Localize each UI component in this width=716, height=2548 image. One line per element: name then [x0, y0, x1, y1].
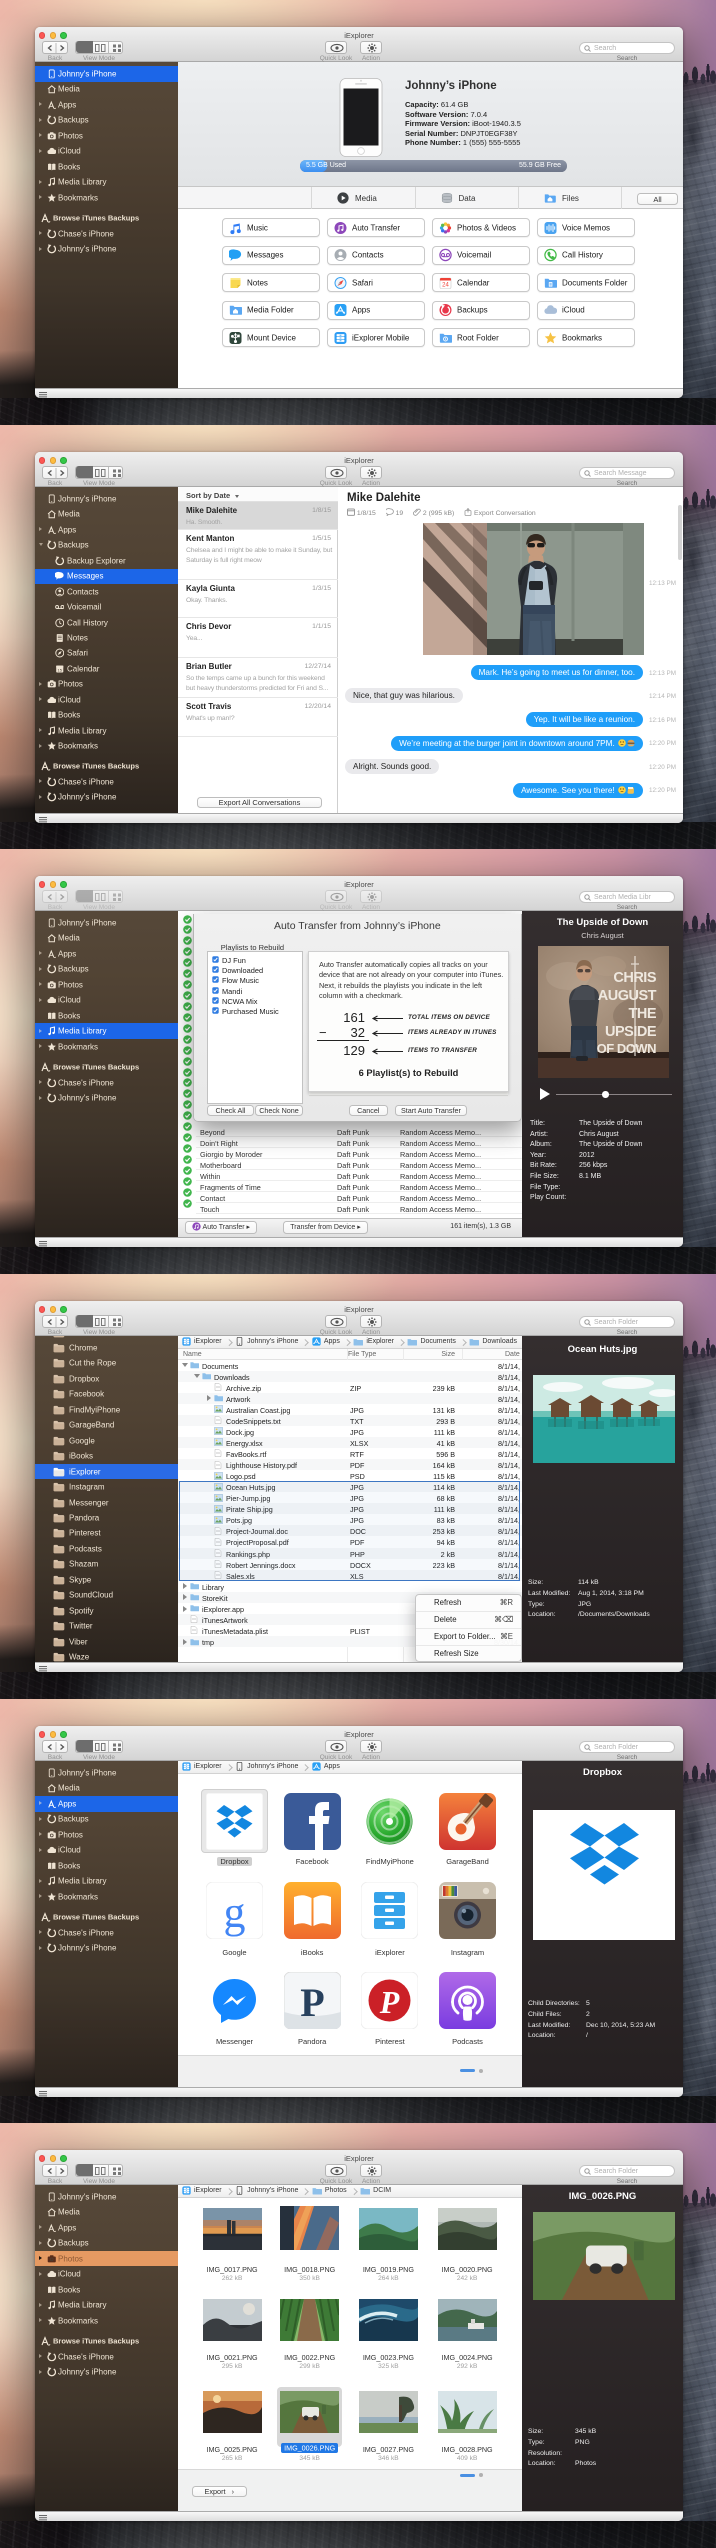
svg-text:g: g [224, 1888, 246, 1937]
svg-text:THE: THE [628, 1006, 656, 1022]
svg-text:P: P [300, 1980, 324, 2025]
svg-text:AUGUST: AUGUST [598, 988, 657, 1004]
svg-text:OF DOWN: OF DOWN [596, 1041, 655, 1056]
svg-text:P: P [379, 1984, 400, 2020]
svg-text:24: 24 [442, 282, 449, 288]
svg-text:UPSIDE: UPSIDE [605, 1024, 657, 1040]
